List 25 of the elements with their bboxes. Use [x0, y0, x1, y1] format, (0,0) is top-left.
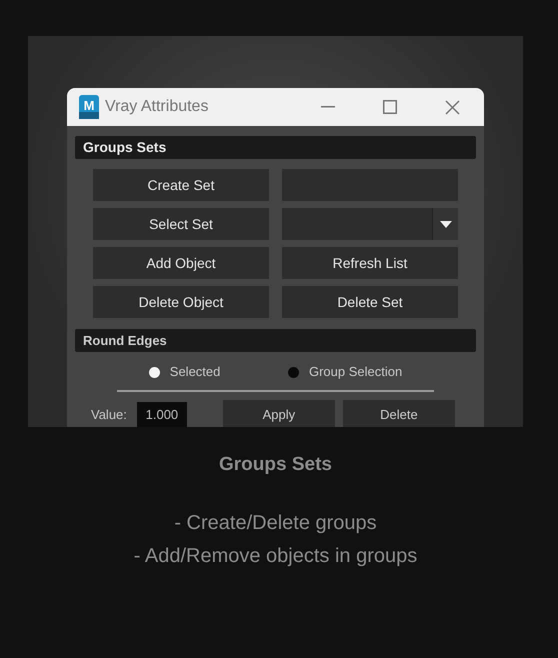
dropdown-arrow-icon: [440, 220, 452, 228]
value-label: Value:: [91, 406, 127, 424]
button[interactable]: Add Object: [93, 247, 269, 279]
section-title: Round Edges: [83, 332, 167, 350]
section-title: Groups Sets: [83, 138, 166, 157]
button[interactable]: Create Set: [93, 169, 269, 201]
button[interactable]: Delete Set: [282, 286, 458, 318]
button[interactable]: Refresh List: [282, 247, 458, 279]
button[interactable]: Select Set: [93, 208, 269, 240]
app-logo-icon: M: [79, 95, 99, 119]
radio-label: Group Selection: [308, 363, 402, 382]
radio-button[interactable]: [288, 366, 299, 378]
close-icon[interactable]: [445, 100, 460, 114]
button[interactable]: Apply: [222, 400, 335, 427]
button[interactable]: Delete Object: [93, 286, 269, 318]
radio-button[interactable]: [148, 366, 160, 378]
minimize-icon[interactable]: [321, 106, 335, 108]
caption-line: - Add/Remove objects in groups: [134, 544, 418, 569]
radio-label: Selected: [170, 363, 220, 382]
caption-line: - Create/Delete groups: [174, 511, 377, 536]
caption-title: Groups Sets: [218, 453, 333, 477]
window-title: Vray Attributes: [105, 97, 208, 117]
value-field[interactable]: 1.000: [136, 402, 187, 427]
button[interactable]: Delete: [342, 400, 455, 427]
maximize-icon[interactable]: [383, 100, 397, 114]
